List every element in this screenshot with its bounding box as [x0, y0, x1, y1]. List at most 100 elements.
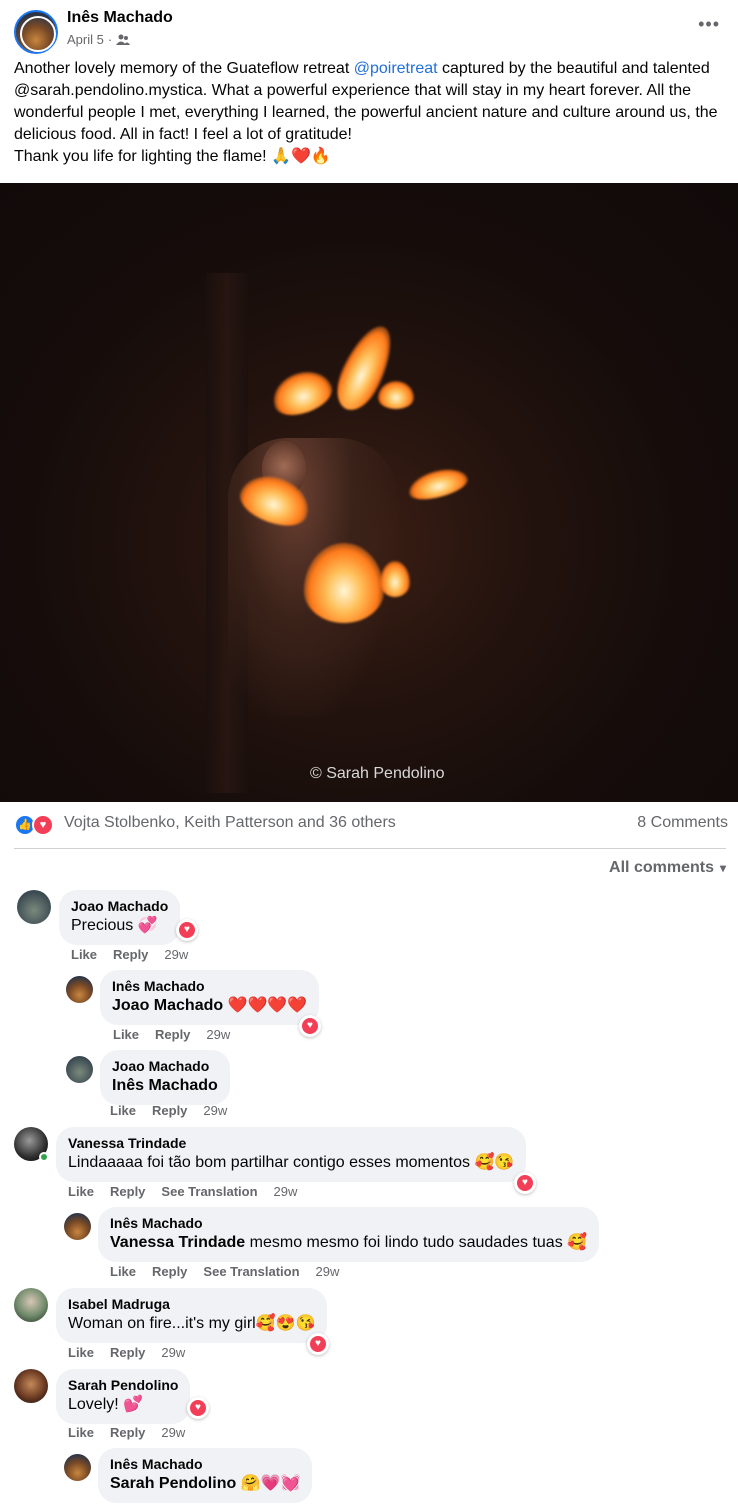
comment-time[interactable]: 29w — [203, 1103, 227, 1118]
comment-reaction[interactable]: ♥ — [514, 1172, 536, 1194]
mention-link[interactable]: @poiretreat — [354, 60, 438, 77]
comment-text: Sarah Pendolino 🤗💗💓 — [110, 1473, 300, 1495]
more-options-icon[interactable]: ••• — [698, 14, 720, 35]
comment-actions: Like Reply See Translation 29w — [110, 1264, 339, 1279]
friends-icon[interactable] — [116, 34, 131, 46]
reactions-bar: 👍 ♥ Vojta Stolbenko, Keith Patterson and… — [14, 812, 728, 838]
comment-text-part: mesmo mesmo foi lindo tudo saudades tuas… — [245, 1234, 588, 1251]
reply-button[interactable]: Reply — [110, 1345, 145, 1360]
mention-link[interactable]: Inês Machado — [112, 1077, 218, 1094]
comment-actions: Like Reply 29w — [68, 1425, 185, 1440]
heart-icon: ♥ — [315, 1338, 321, 1349]
comment-time[interactable]: 29w — [161, 1425, 185, 1440]
mention-link[interactable]: Sarah Pendolino — [110, 1475, 236, 1492]
comment-count[interactable]: 8 Comments — [637, 814, 728, 832]
photo-watermark: © Sarah Pendolino — [310, 765, 445, 782]
comment-text: Precious 💞 — [71, 917, 158, 934]
commenter-avatar[interactable] — [14, 1369, 48, 1403]
reply-button[interactable]: Reply — [152, 1103, 187, 1118]
commenter-name[interactable]: Sarah Pendolino — [68, 1376, 178, 1394]
comment-time[interactable]: 29w — [161, 1345, 185, 1360]
reaction-icons[interactable]: 👍 ♥ — [14, 814, 58, 836]
post-header: Inês Machado April 5 · ••• — [14, 8, 724, 56]
comment-time[interactable]: 29w — [164, 947, 188, 962]
comment-bubble: Inês Machado Sarah Pendolino 🤗💗💓 — [98, 1448, 313, 1503]
comment-reaction[interactable]: ♥ — [299, 1015, 321, 1037]
reactors-summary[interactable]: Vojta Stolbenko, Keith Patterson and 36 … — [64, 814, 396, 832]
comment-time[interactable]: 29w — [316, 1264, 340, 1279]
comment-text: Lovely! 💕 — [68, 1396, 144, 1413]
commenter-avatar[interactable] — [14, 1288, 48, 1322]
author-name[interactable]: Inês Machado — [67, 9, 173, 27]
like-button[interactable]: Like — [110, 1103, 136, 1118]
commenter-avatar[interactable] — [64, 1213, 91, 1240]
comment-reaction[interactable]: ♥ — [187, 1397, 209, 1419]
fire-flame — [405, 463, 471, 505]
heart-icon: ♥ — [195, 1402, 201, 1413]
caption-part: Another lovely memory of the Guateflow r… — [14, 60, 354, 77]
reply-button[interactable]: Reply — [155, 1027, 190, 1042]
like-button[interactable]: Like — [113, 1027, 139, 1042]
reply-button[interactable]: Reply — [152, 1264, 187, 1279]
comment: Vanessa Trindade Lindaaaaa foi tão bom p… — [14, 1127, 724, 1202]
comment-reply: Joao Machado Inês Machado Like Reply 29w — [66, 1050, 726, 1120]
comment-text: Inês Machado — [112, 1075, 218, 1097]
comment-text-part: ❤️❤️❤️❤️ — [223, 997, 308, 1014]
like-button[interactable]: Like — [71, 947, 97, 962]
like-button[interactable]: Like — [110, 1264, 136, 1279]
like-button[interactable]: Like — [68, 1184, 94, 1199]
see-translation-button[interactable]: See Translation — [161, 1184, 257, 1199]
comment-bubble: Isabel Madruga Woman on fire...it's my g… — [56, 1288, 328, 1343]
comment-bubble: Vanessa Trindade Lindaaaaa foi tão bom p… — [56, 1127, 527, 1182]
mention-link[interactable]: Vanessa Trindade — [110, 1234, 245, 1251]
fire-flame — [380, 561, 410, 597]
heart-icon: ♥ — [307, 1020, 313, 1031]
comment-reaction[interactable]: ♥ — [307, 1333, 329, 1355]
commenter-avatar[interactable] — [66, 976, 93, 1003]
post-meta: April 5 · — [67, 32, 131, 47]
comment-text: Lindaaaaa foi tão bom partilhar contigo … — [68, 1154, 515, 1171]
fire-flame — [378, 381, 414, 409]
comment-reply: Inês Machado Vanessa Trindade mesmo mesm… — [64, 1207, 724, 1282]
fire-flame — [266, 363, 338, 423]
reply-button[interactable]: Reply — [110, 1425, 145, 1440]
commenter-name[interactable]: Joao Machado — [112, 1057, 218, 1075]
caption-text: Another lovely memory of the Guateflow r… — [14, 58, 726, 168]
like-button[interactable]: Like — [68, 1425, 94, 1440]
commenter-name[interactable]: Vanessa Trindade — [68, 1134, 514, 1152]
comment-text: Woman on fire...it's my girl🥰😍😘 — [68, 1315, 316, 1332]
commenter-avatar[interactable] — [66, 1056, 93, 1083]
post-photo[interactable]: © Sarah Pendolino — [0, 183, 738, 802]
comment: Joao Machado Precious 💞 ♥ Like Reply 29w — [17, 890, 717, 965]
comment: Sarah Pendolino Lovely! 💕 ♥ Like Reply 2… — [14, 1369, 724, 1444]
comment-actions: Like Reply 29w — [68, 1345, 185, 1360]
chevron-down-icon: ▾ — [719, 861, 726, 875]
comment-time[interactable]: 29w — [206, 1027, 230, 1042]
commenter-avatar[interactable] — [17, 890, 51, 924]
comment-sort-label: All comments — [609, 859, 714, 876]
comment-sort-dropdown[interactable]: All comments ▾ — [609, 859, 726, 877]
online-status-indicator — [39, 1152, 49, 1162]
comment-actions: Like Reply 29w — [110, 1103, 227, 1118]
comment-bubble: Inês Machado Vanessa Trindade mesmo mesm… — [98, 1207, 600, 1262]
comment-time[interactable]: 29w — [274, 1184, 298, 1199]
like-button[interactable]: Like — [68, 1345, 94, 1360]
commenter-name[interactable]: Isabel Madruga — [68, 1295, 315, 1313]
comment-bubble: Joao Machado Inês Machado — [100, 1050, 230, 1105]
commenter-name[interactable]: Inês Machado — [112, 977, 307, 995]
comment-reply: Inês Machado Joao Machado ❤️❤️❤️❤️ ♥ Lik… — [66, 970, 726, 1045]
heart-icon: ♥ — [522, 1177, 528, 1188]
commenter-avatar[interactable] — [64, 1454, 91, 1481]
commenter-name[interactable]: Inês Machado — [110, 1455, 300, 1473]
commenter-name[interactable]: Inês Machado — [110, 1214, 587, 1232]
mention-link[interactable]: Joao Machado — [112, 997, 223, 1014]
reply-button[interactable]: Reply — [110, 1184, 145, 1199]
comment-reaction[interactable]: ♥ — [176, 919, 198, 941]
post-date[interactable]: April 5 — [67, 32, 104, 47]
see-translation-button[interactable]: See Translation — [203, 1264, 299, 1279]
comment-reply: Inês Machado Sarah Pendolino 🤗💗💓 — [64, 1448, 724, 1509]
reply-button[interactable]: Reply — [113, 947, 148, 962]
author-avatar[interactable] — [14, 10, 58, 54]
comment-actions: Like Reply 29w — [113, 1027, 230, 1042]
commenter-name[interactable]: Joao Machado — [71, 897, 168, 915]
